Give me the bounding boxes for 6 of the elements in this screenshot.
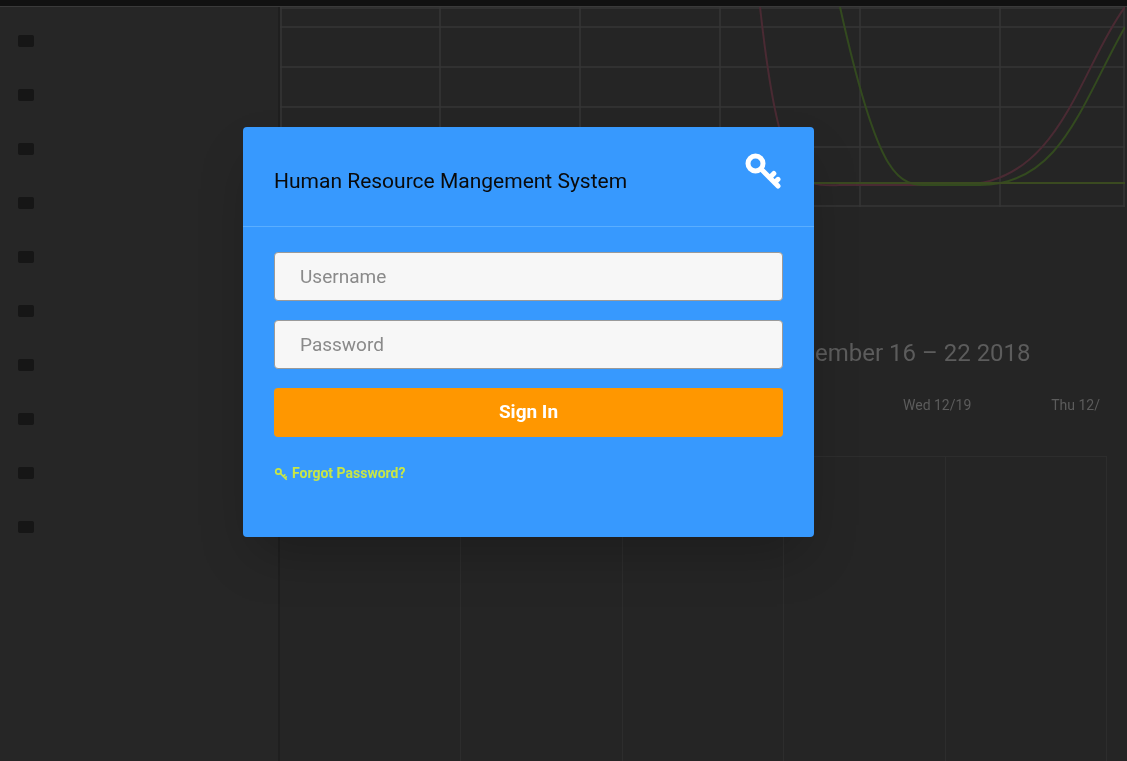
key-icon xyxy=(743,151,783,191)
key-icon xyxy=(274,466,288,481)
input-field[interactable]: Password xyxy=(274,320,783,369)
input-field[interactable]: Username xyxy=(274,252,783,301)
sign-in-button[interactable]: Sign In xyxy=(274,388,783,437)
dialog-title: Human Resource Mangement System xyxy=(274,167,628,195)
